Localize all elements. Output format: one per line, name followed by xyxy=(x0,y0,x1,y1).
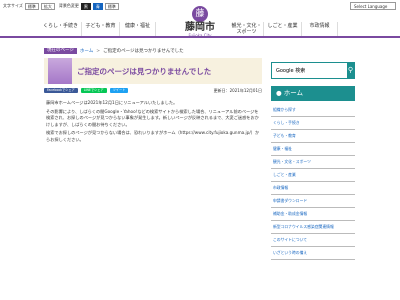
page-title-box: ご指定のページは見つかりませんでした xyxy=(44,58,262,84)
sidebar-item-download[interactable]: 申請書ダウンロード xyxy=(271,195,355,208)
sidebar-item-kodomo[interactable]: 子ども・教育 xyxy=(271,130,355,143)
nav-item-kurashi[interactable]: くらし・手続き xyxy=(40,22,82,36)
search-input[interactable] xyxy=(272,63,347,78)
main-nav-left: くらし・手続き 子ども・教育 健康・福祉 xyxy=(40,22,156,36)
breadcrumb-separator: > xyxy=(96,48,101,54)
facebook-share-button[interactable]: Facebookでシェア xyxy=(44,88,78,93)
sidebar-item-about[interactable]: このサイトについて xyxy=(271,234,355,247)
sidebar-item-shigoto[interactable]: しごと・産業 xyxy=(271,169,355,182)
sidebar-item-corona[interactable]: 新型コロナウイルス感染症関連情報 xyxy=(271,221,355,234)
nav-divider xyxy=(0,36,400,38)
sidebar-item-kurashi[interactable]: くらし・手続き xyxy=(271,117,355,130)
content-paragraph: 検索でお探しのページが見つからない場合は、恐れいりますがホーム（https://… xyxy=(46,130,260,142)
sidebar-item-soshiki[interactable]: 組織から探す xyxy=(271,104,355,117)
bg-black-button[interactable]: 黒 xyxy=(80,2,91,10)
language-select[interactable]: Select Language xyxy=(350,2,396,10)
city-name: 藤岡市 xyxy=(185,22,215,33)
sidebar-heading: ● ホーム xyxy=(271,86,355,101)
tweet-button[interactable]: ツイート xyxy=(109,88,129,93)
sidebar-item-hojokin[interactable]: 補助金・助成金情報 xyxy=(271,208,355,221)
search-button[interactable]: ⚲ xyxy=(347,63,354,78)
text-size-standard-button[interactable]: 標準 xyxy=(24,2,39,10)
site-logo[interactable]: 藤 藤岡市 Fujioka City xyxy=(177,6,223,38)
sidebar-item-kanko[interactable]: 観光・文化・スポーツ xyxy=(271,156,355,169)
sidebar-item-sonae[interactable]: いざという時の備え xyxy=(271,247,355,260)
breadcrumb-current-label: 現在のページ xyxy=(44,48,77,54)
breadcrumb-home-link[interactable]: ホーム xyxy=(80,48,93,54)
page-title: ご指定のページは見つかりませんでした xyxy=(77,66,212,76)
sidebar-item-shisei[interactable]: 市政情報 xyxy=(271,182,355,195)
city-emblem-icon: 藤 xyxy=(192,6,208,22)
text-size-label: 文字サイズ xyxy=(3,3,23,8)
line-share-button[interactable]: LINEでシェア xyxy=(80,88,107,93)
main-nav-right: 観光・文化・スポーツ しごと・産業 市政情報 xyxy=(230,22,338,36)
nav-item-shigoto[interactable]: しごと・産業 xyxy=(264,22,302,36)
nav-item-kenko[interactable]: 健康・福祉 xyxy=(120,22,156,36)
sidebar-item-kenko[interactable]: 健康・福祉 xyxy=(271,143,355,156)
content-paragraph: その影響により、しばらくの間Google・Yahoo!などの検索サイトから検索し… xyxy=(46,108,259,127)
nav-item-shisei[interactable]: 市政情報 xyxy=(302,22,338,36)
page-content: 藤岡市ホームページは2021年12月1日にリニューアルいたしました。 その影響に… xyxy=(46,100,260,145)
breadcrumb-page: ご指定のページは見つかりませんでした xyxy=(103,49,184,54)
breadcrumb: 現在のページ ホーム > ご指定のページは見つかりませんでした xyxy=(44,48,184,54)
content-paragraph: 藤岡市ホームページは2021年12月1日にリニューアルいたしました。 xyxy=(46,100,178,105)
sidebar-menu: 組織から探す くらし・手続き 子ども・教育 健康・福祉 観光・文化・スポーツ し… xyxy=(271,104,355,260)
wisteria-icon xyxy=(48,58,72,84)
share-buttons: Facebookでシェア LINEでシェア ツイート xyxy=(44,88,129,93)
bg-blue-button[interactable]: 青 xyxy=(92,2,103,10)
site-search: ⚲ xyxy=(271,62,355,79)
text-size-large-button[interactable]: 拡大 xyxy=(40,2,55,10)
search-icon: ⚲ xyxy=(347,66,354,74)
updated-date: 更新日：2021年12月01日 xyxy=(213,88,262,93)
nav-item-kanko[interactable]: 観光・文化・スポーツ xyxy=(230,22,264,36)
bg-color-label: 背景色変更 xyxy=(58,3,79,8)
nav-item-kodomo[interactable]: 子ども・教育 xyxy=(82,22,120,36)
bg-standard-button[interactable]: 標準 xyxy=(104,2,119,10)
